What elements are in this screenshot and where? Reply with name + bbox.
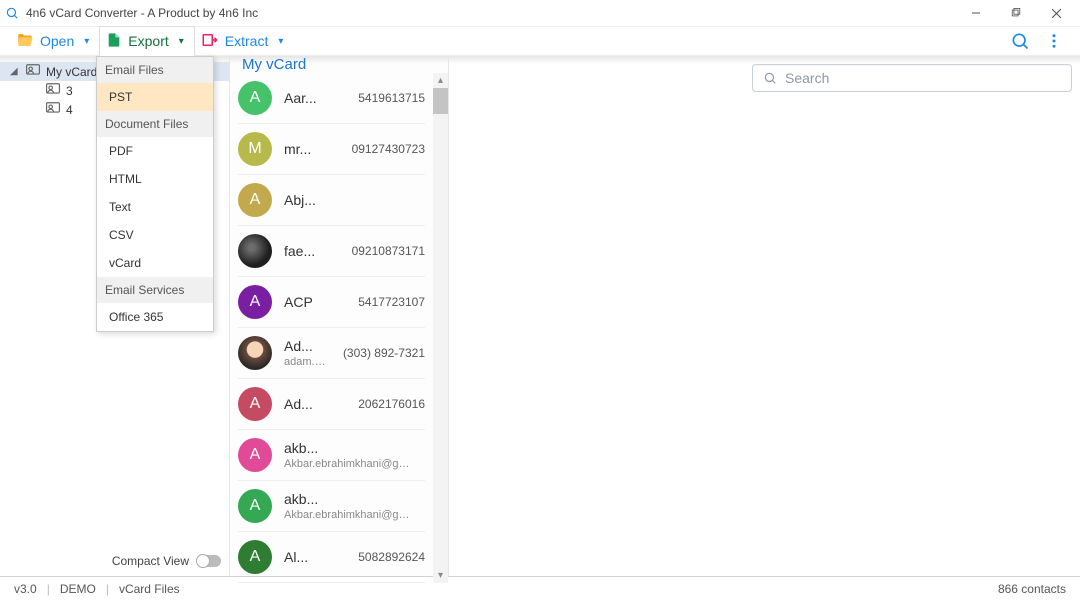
contact-card-icon <box>46 102 60 117</box>
avatar: A <box>238 285 272 319</box>
contact-phone: 5417723107 <box>358 295 425 309</box>
status-bar: v3.0 | DEMO | vCard Files 866 contacts <box>0 576 1080 600</box>
contact-name: Aar... <box>284 90 346 106</box>
status-version: v3.0 <box>14 582 37 596</box>
contact-phone: 09127430723 <box>352 142 425 156</box>
contact-phone: 5419613715 <box>358 91 425 105</box>
export-label: Export <box>128 33 168 49</box>
avatar: A <box>238 387 272 421</box>
tree-root-label: My vCard <box>46 65 97 79</box>
status-count: 866 contacts <box>998 582 1066 596</box>
avatar: A <box>238 438 272 472</box>
export-dropdown: Email FilesPSTDocument FilesPDFHTMLTextC… <box>96 56 214 332</box>
title-bar: 4n6 vCard Converter - A Product by 4n6 I… <box>0 0 1080 26</box>
dropdown-item-text[interactable]: Text <box>97 193 213 221</box>
maximize-button[interactable] <box>996 0 1036 26</box>
app-icon <box>4 5 20 21</box>
avatar: A <box>238 489 272 523</box>
dropdown-item-vcard[interactable]: vCard <box>97 249 213 277</box>
search-icon[interactable] <box>1010 31 1030 51</box>
contact-card-icon <box>46 83 60 98</box>
compact-view-label: Compact View <box>112 554 189 568</box>
status-file: vCard Files <box>119 582 180 596</box>
avatar: A <box>238 540 272 574</box>
contact-card[interactable]: Mmr... 09127430723 <box>238 124 425 175</box>
contact-card[interactable]: A Abj... <box>238 175 425 226</box>
contact-name: akb... <box>284 491 413 507</box>
contact-sub: Akbar.ebrahimkhani@gmail.co <box>284 458 413 470</box>
minimize-button[interactable] <box>956 0 996 26</box>
contact-name: Al... <box>284 549 346 565</box>
scroll-up-arrow[interactable]: ▴ <box>433 73 448 88</box>
extract-button[interactable]: Extract ▾ <box>195 26 294 56</box>
contact-phone: 09210873171 <box>352 244 425 258</box>
contact-phone: 2062176016 <box>358 397 425 411</box>
close-button[interactable] <box>1036 0 1076 26</box>
dropdown-header: Email Files <box>97 57 213 83</box>
avatar: A <box>238 81 272 115</box>
extract-label: Extract <box>225 33 269 49</box>
contact-card[interactable]: A ACP 5417723107 <box>238 277 425 328</box>
tree-child-label: 4 <box>66 103 73 117</box>
dropdown-item-office-365[interactable]: Office 365 <box>97 303 213 331</box>
export-button[interactable]: Export ▾ <box>99 26 195 56</box>
avatar-photo <box>238 234 272 268</box>
search-box[interactable] <box>752 64 1072 92</box>
contact-phone: 5082892624 <box>358 550 425 564</box>
dropdown-header: Email Services <box>97 277 213 303</box>
search-field-icon <box>763 71 777 85</box>
toggle-switch[interactable] <box>197 555 221 567</box>
contact-card[interactable]: Aakb... Akbar.ebrahimkhani@gmail.co <box>238 481 425 532</box>
contact-card[interactable]: Ad... adam.cohen@dgslaw.com (303) 892-7321 <box>238 328 425 379</box>
main-toolbar: Open ▾ Export ▾ Extract ▾ <box>0 26 1080 56</box>
open-button[interactable]: Open ▾ <box>10 26 99 56</box>
dropdown-item-pdf[interactable]: PDF <box>97 137 213 165</box>
scrollbar[interactable]: ▴ ▾ <box>433 73 448 583</box>
detail-pane <box>449 56 1080 576</box>
contact-sub: Akbar.ebrahimkhani@gmail.co <box>284 509 413 521</box>
contact-name: mr... <box>284 141 340 157</box>
dropdown-item-csv[interactable]: CSV <box>97 221 213 249</box>
contact-name: akb... <box>284 440 413 456</box>
contact-phone: (303) 892-7321 <box>343 346 425 360</box>
contact-card-icon <box>26 64 40 79</box>
contact-card[interactable]: A Aar... 5419613715 <box>238 73 425 124</box>
contact-card[interactable]: fae... 09210873171 <box>238 226 425 277</box>
contact-card[interactable]: A Al... 5082892624 <box>238 532 425 583</box>
avatar-photo <box>238 336 272 370</box>
status-mode: DEMO <box>60 582 96 596</box>
compact-view-toggle[interactable]: Compact View <box>112 554 221 568</box>
contact-name: Ad... <box>284 338 331 354</box>
more-icon[interactable] <box>1044 31 1064 51</box>
window-title: 4n6 vCard Converter - A Product by 4n6 I… <box>26 6 258 20</box>
contact-card[interactable]: A Ad... 2062176016 <box>238 379 425 430</box>
contact-name: Ad... <box>284 396 346 412</box>
contact-name: Abj... <box>284 192 413 208</box>
dropdown-item-pst[interactable]: PST <box>97 83 213 111</box>
contact-card[interactable]: Aakb... Akbar.ebrahimkhani@gmail.co <box>238 430 425 481</box>
tree-child-label: 3 <box>66 84 73 98</box>
avatar: M <box>238 132 272 166</box>
contact-sub: adam.cohen@dgslaw.com <box>284 356 331 368</box>
dropdown-header: Document Files <box>97 111 213 137</box>
dropdown-item-html[interactable]: HTML <box>97 165 213 193</box>
contact-name: fae... <box>284 243 340 259</box>
contact-list-pane: My vCard A Aar... 5419613715 Mmr... 09127430… <box>230 56 449 576</box>
list-title: My vCard <box>242 56 306 73</box>
scroll-down-arrow[interactable]: ▾ <box>433 568 448 583</box>
open-label: Open <box>40 33 74 49</box>
scrollbar-thumb[interactable] <box>433 88 448 114</box>
avatar: A <box>238 183 272 217</box>
contact-name: ACP <box>284 294 346 310</box>
search-input[interactable] <box>785 70 1061 86</box>
